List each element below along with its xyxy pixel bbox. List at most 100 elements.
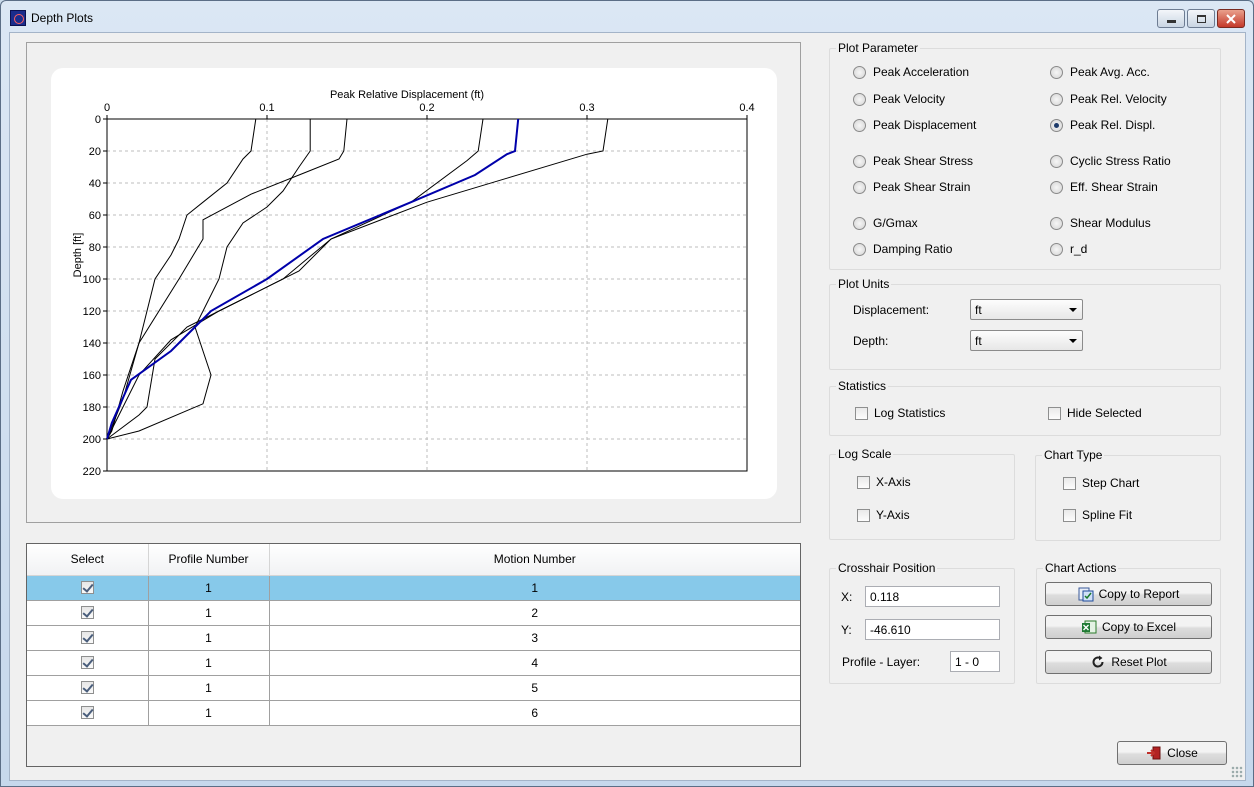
row-select-checkbox[interactable] bbox=[80, 655, 94, 669]
copy-to-report-button[interactable]: Copy to Report bbox=[1045, 582, 1212, 606]
radio-eff-shear-strain[interactable]: Eff. Shear Strain bbox=[1050, 180, 1158, 194]
row-select-checkbox[interactable] bbox=[80, 705, 94, 719]
radio-button[interactable] bbox=[853, 216, 866, 230]
select-cell[interactable] bbox=[27, 675, 149, 701]
reset-plot-button[interactable]: Reset Plot bbox=[1045, 650, 1212, 674]
statistics-title: Statistics bbox=[836, 379, 889, 393]
table-row[interactable]: 12 bbox=[27, 600, 800, 626]
radio-button[interactable] bbox=[1050, 180, 1063, 194]
radio-button[interactable] bbox=[1050, 92, 1063, 106]
radio-cyclic-stress-ratio[interactable]: Cyclic Stress Ratio bbox=[1050, 154, 1171, 168]
close-button[interactable]: Close bbox=[1117, 741, 1227, 765]
radio-button[interactable] bbox=[1050, 65, 1063, 79]
displacement-unit-select[interactable]: ft bbox=[970, 299, 1083, 320]
radio-button[interactable] bbox=[853, 65, 866, 79]
row-select-checkbox[interactable] bbox=[80, 605, 94, 619]
y-tick-label: 0 bbox=[95, 114, 101, 126]
radio-button[interactable] bbox=[853, 154, 866, 168]
checkbox-box[interactable] bbox=[855, 406, 868, 420]
row-select-checkbox[interactable] bbox=[80, 630, 94, 644]
checkbox-box[interactable] bbox=[1063, 508, 1076, 522]
radio-button[interactable] bbox=[853, 242, 866, 256]
checkbox-box[interactable] bbox=[857, 475, 870, 489]
resize-grip-icon[interactable] bbox=[1231, 766, 1243, 778]
row-select-checkbox[interactable] bbox=[80, 580, 94, 594]
hide-selected-label: Hide Selected bbox=[1067, 406, 1142, 420]
y-tick-label: 40 bbox=[89, 178, 101, 190]
radio-peak-rel-velocity[interactable]: Peak Rel. Velocity bbox=[1050, 92, 1167, 106]
checkbox-box[interactable] bbox=[1048, 406, 1061, 420]
profile-number-cell: 1 bbox=[148, 675, 270, 701]
radio-peak-shear-stress[interactable]: Peak Shear Stress bbox=[853, 154, 973, 168]
radio-peak-avg-acc[interactable]: Peak Avg. Acc. bbox=[1050, 65, 1150, 79]
table-row[interactable]: 16 bbox=[27, 700, 800, 726]
step-chart-checkbox[interactable]: Step Chart bbox=[1063, 476, 1139, 490]
radio-peak-shear-strain[interactable]: Peak Shear Strain bbox=[853, 180, 970, 194]
column-header-profile-number[interactable]: Profile Number bbox=[148, 544, 270, 576]
y-tick-label: 120 bbox=[83, 306, 101, 318]
radio-button[interactable] bbox=[1050, 216, 1063, 230]
radio-button[interactable] bbox=[1050, 154, 1063, 168]
hide-selected-checkbox[interactable]: Hide Selected bbox=[1048, 406, 1142, 420]
radio-g-gmax[interactable]: G/Gmax bbox=[853, 216, 918, 230]
radio-label: Peak Shear Strain bbox=[873, 180, 971, 194]
y-axis-log-checkbox[interactable]: Y-Axis bbox=[857, 508, 910, 522]
series-line[interactable] bbox=[106, 118, 609, 440]
motion-number-cell: 3 bbox=[269, 625, 800, 651]
exit-icon bbox=[1147, 746, 1161, 760]
select-cell[interactable] bbox=[27, 650, 149, 676]
checkbox-box[interactable] bbox=[857, 508, 870, 522]
select-cell[interactable] bbox=[27, 575, 149, 601]
table-row[interactable]: 13 bbox=[27, 625, 800, 651]
radio-label: Shear Modulus bbox=[1070, 216, 1151, 230]
select-cell[interactable] bbox=[27, 700, 149, 726]
motion-number-cell: 6 bbox=[269, 700, 800, 726]
chart-area[interactable]: 0 0.1 0.2 0.3 0.4 0 20 40 60 80 100 120 140 160 180 20… bbox=[51, 68, 777, 499]
copy-to-excel-button[interactable]: Copy to Excel bbox=[1045, 615, 1212, 639]
select-cell[interactable] bbox=[27, 625, 149, 651]
depth-unit-select[interactable]: ft bbox=[970, 330, 1083, 351]
column-header-motion-number[interactable]: Motion Number bbox=[269, 544, 800, 576]
maximize-button[interactable] bbox=[1187, 9, 1215, 28]
radio-peak-displacement[interactable]: Peak Displacement bbox=[853, 118, 976, 132]
radio-button[interactable] bbox=[853, 92, 866, 106]
crosshair-group: Crosshair Position X: 0.118 Y: -46.610 P… bbox=[829, 561, 1015, 684]
radio-button[interactable] bbox=[853, 180, 866, 194]
radio-peak-velocity[interactable]: Peak Velocity bbox=[853, 92, 945, 106]
checkbox-box[interactable] bbox=[1063, 476, 1076, 490]
radio-damping-ratio[interactable]: Damping Ratio bbox=[853, 242, 952, 256]
chart-type-group: Chart Type Step Chart Spline Fit bbox=[1035, 448, 1221, 541]
table-row[interactable]: 11 bbox=[27, 575, 800, 601]
close-window-button[interactable] bbox=[1217, 9, 1245, 28]
motion-table: Select Profile Number Motion Number 1112… bbox=[27, 544, 800, 726]
radio-shear-modulus[interactable]: Shear Modulus bbox=[1050, 216, 1151, 230]
select-cell[interactable] bbox=[27, 600, 149, 626]
row-select-checkbox[interactable] bbox=[80, 680, 94, 694]
spline-fit-checkbox[interactable]: Spline Fit bbox=[1063, 508, 1132, 522]
table-row[interactable]: 14 bbox=[27, 650, 800, 676]
radio-r-d[interactable]: r_d bbox=[1050, 242, 1087, 256]
y-tick-label: 180 bbox=[83, 402, 101, 414]
radio-label: Damping Ratio bbox=[873, 242, 953, 256]
y-tick-label: 100 bbox=[83, 274, 101, 286]
minimize-button[interactable] bbox=[1157, 9, 1185, 28]
selection-grid: Select Profile Number Motion Number 1112… bbox=[26, 543, 801, 767]
y-tick-label: 80 bbox=[89, 242, 101, 254]
depth-unit-value: ft bbox=[975, 334, 982, 348]
radio-button[interactable] bbox=[853, 118, 866, 132]
crosshair-x-field[interactable]: 0.118 bbox=[865, 586, 1000, 607]
profile-layer-field[interactable]: 1 - 0 bbox=[950, 651, 1000, 672]
table-row[interactable]: 15 bbox=[27, 675, 800, 701]
radio-peak-acceleration[interactable]: Peak Acceleration bbox=[853, 65, 969, 79]
crosshair-x-label: X: bbox=[841, 590, 853, 604]
crosshair-y-field[interactable]: -46.610 bbox=[865, 619, 1000, 640]
radio-button[interactable] bbox=[1050, 242, 1063, 256]
radio-button[interactable] bbox=[1050, 118, 1063, 132]
radio-peak-rel-displ[interactable]: Peak Rel. Displ. bbox=[1050, 118, 1155, 132]
title-bar[interactable]: Depth Plots bbox=[1, 1, 1253, 31]
column-header-select[interactable]: Select bbox=[27, 544, 149, 576]
log-statistics-checkbox[interactable]: Log Statistics bbox=[855, 406, 945, 420]
x-axis-log-checkbox[interactable]: X-Axis bbox=[857, 475, 911, 489]
depth-chart[interactable]: 0 0.1 0.2 0.3 0.4 0 20 40 60 80 100 120 140 160 180 20… bbox=[51, 68, 777, 499]
plot-parameter-group: Plot Parameter Peak Acceleration Peak Avg… bbox=[829, 41, 1221, 270]
